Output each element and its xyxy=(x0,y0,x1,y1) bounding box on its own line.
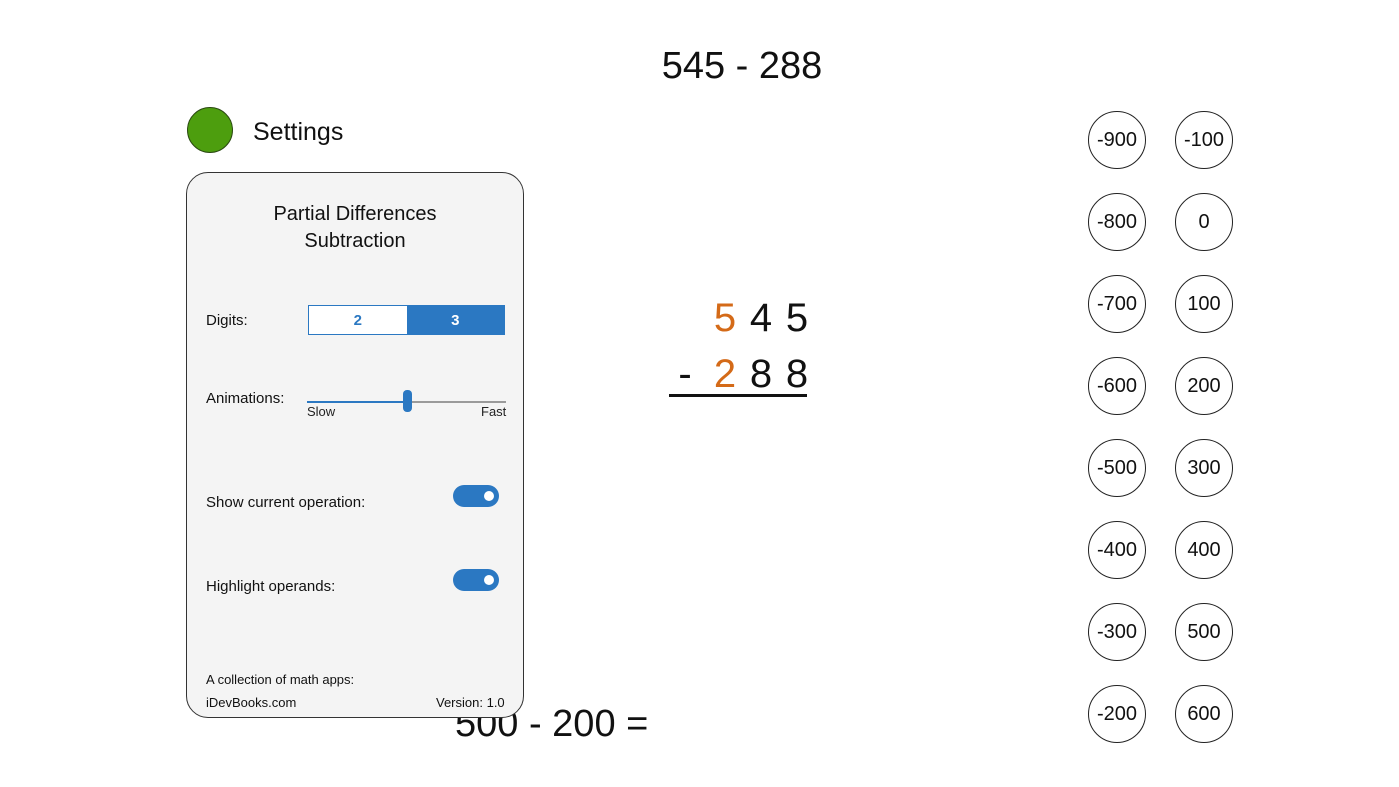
subtrahend-digit-hundreds: 2 xyxy=(713,352,737,396)
sum-line xyxy=(669,394,807,397)
answer-choice[interactable]: -700 xyxy=(1088,275,1146,333)
subtrahend-digit-tens: 8 xyxy=(749,352,773,396)
slider-min-label: Slow xyxy=(307,404,336,419)
subtrahend-row: - 2 8 8 xyxy=(668,348,810,400)
answer-choice[interactable]: 300 xyxy=(1175,439,1233,497)
settings-label[interactable]: Settings xyxy=(253,116,343,148)
answer-choice[interactable]: 200 xyxy=(1175,357,1233,415)
highlight-operands-toggle[interactable] xyxy=(453,569,499,591)
answer-choice[interactable]: 500 xyxy=(1175,603,1233,661)
slider-thumb[interactable] xyxy=(403,390,412,412)
toggle-knob xyxy=(484,491,494,501)
problem-title: 545 - 288 xyxy=(661,45,823,87)
show-operation-toggle[interactable] xyxy=(453,485,499,507)
answer-choice[interactable]: 100 xyxy=(1175,275,1233,333)
answer-choice[interactable]: -100 xyxy=(1175,111,1233,169)
answer-choice[interactable]: -200 xyxy=(1088,685,1146,743)
panel-title-line-2: Subtraction xyxy=(304,230,406,252)
digits-label: Digits: xyxy=(206,312,248,329)
answer-choice[interactable]: -800 xyxy=(1088,193,1146,251)
toggle-knob xyxy=(484,575,494,585)
answer-choice[interactable]: 400 xyxy=(1175,521,1233,579)
panel-title: Partial Differences Subtraction xyxy=(187,201,523,255)
answer-choice[interactable]: -900 xyxy=(1088,111,1146,169)
answer-choice[interactable]: 600 xyxy=(1175,685,1233,743)
show-operation-label: Show current operation: xyxy=(206,494,366,511)
minuend-digit-tens: 4 xyxy=(749,296,773,340)
minuend-digit-ones: 5 xyxy=(785,296,809,340)
answer-choice[interactable]: 0 xyxy=(1175,193,1233,251)
highlight-operands-label: Highlight operands: xyxy=(206,578,336,595)
version-label: Version: 1.0 xyxy=(436,695,505,710)
settings-toggle-button[interactable] xyxy=(187,107,233,153)
digits-option-3[interactable]: 3 xyxy=(406,306,504,334)
minuend-row: 5 4 5 xyxy=(668,292,810,344)
answer-choice[interactable]: -400 xyxy=(1088,521,1146,579)
panel-title-line-1: Partial Differences xyxy=(273,203,437,225)
slider-max-label: Fast xyxy=(481,404,507,419)
answer-choice[interactable]: -500 xyxy=(1088,439,1146,497)
answer-choice[interactable]: -600 xyxy=(1088,357,1146,415)
app-stage: 545 - 288 Settings 500 - 200 = Partial D… xyxy=(0,0,1399,787)
digits-option-2[interactable]: 2 xyxy=(309,306,407,334)
slider-fill xyxy=(307,401,407,403)
minus-sign: - xyxy=(678,352,692,396)
animations-label: Animations: xyxy=(206,390,285,407)
digits-segmented-control: 2 3 xyxy=(308,305,505,335)
site-link[interactable]: iDevBooks.com xyxy=(206,694,296,711)
minuend-digit-hundreds: 5 xyxy=(713,296,737,340)
subtrahend-digit-ones: 8 xyxy=(785,352,809,396)
collection-text: A collection of math apps: xyxy=(206,672,355,687)
animations-slider[interactable] xyxy=(307,389,506,413)
settings-panel: Partial Differences Subtraction Digits: … xyxy=(186,172,524,718)
answer-choice[interactable]: -300 xyxy=(1088,603,1146,661)
